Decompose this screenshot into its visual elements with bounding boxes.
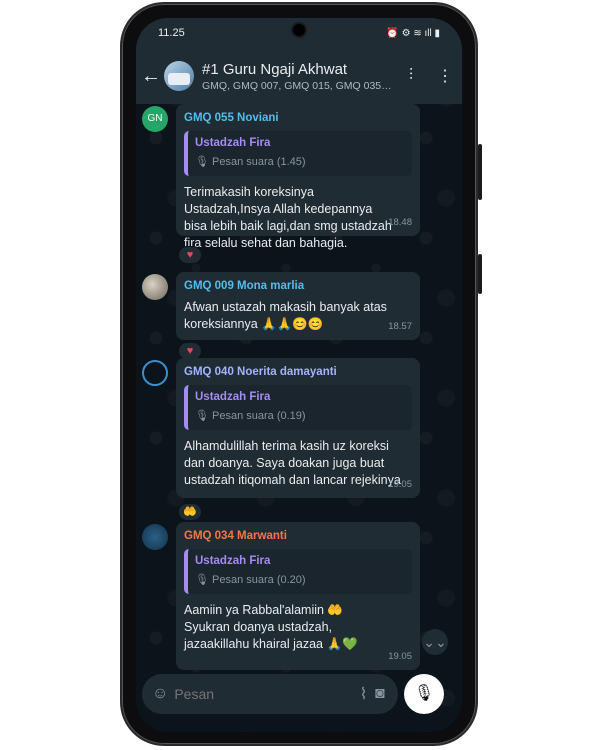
message-text-line: Aamiin ya Rabbal'alamiin 🤲 [184,603,343,617]
camera-icon[interactable]: ◙ [372,685,388,703]
message-time: 18.57 [388,321,412,332]
sender-name[interactable]: GMQ 009 Mona marlia [184,278,412,295]
group-title: #1 Guru Ngaji Akhwat [202,60,348,78]
message-3: GMQ 040 Noerita damayanti Ustadzah Fira … [142,358,442,521]
menu-icon[interactable]: ⋮ [428,66,462,86]
message-text: Alhamdulillah terima kasih uz koreksi da… [184,439,401,487]
avatar[interactable]: GN [142,106,168,132]
message-1: GN GMQ 055 Noviani Ustadzah Fira 🎙 Pesan… [142,104,442,264]
message-text-line: Syukran doanya ustadzah, [184,620,333,634]
group-members: GMQ, GMQ 007, GMQ 015, GMQ 035, ... [202,79,392,92]
sender-name[interactable]: GMQ 040 Noerita damayanti [184,364,412,381]
quoted-sender: Ustadzah Fira [195,137,271,149]
phone-frame: 11.25 ⏰ ⚙ ≋ ıll ▮ ← #1 Guru Ngaji Akhwat… [120,2,482,746]
back-arrow-icon[interactable]: ← [138,65,164,88]
mic-icon[interactable]: 🎙 [404,674,444,714]
quoted-sender: Ustadzah Fira [195,555,271,567]
message-time: 18.48 [388,217,412,228]
message-input-bar: ☺ ⌇ ◙ [142,674,398,714]
quoted-message[interactable]: Ustadzah Fira 🎙 Pesan suara (1.45) [184,131,412,176]
group-avatar[interactable] [164,61,194,91]
message-bubble[interactable]: GMQ 055 Noviani Ustadzah Fira 🎙 Pesan su… [176,104,420,250]
message-text: Terimakasih koreksinya Ustadzah,Insya Al… [184,185,392,250]
group-info[interactable]: #1 Guru Ngaji Akhwat GMQ, GMQ 007, GMQ 0… [202,61,394,92]
quoted-voice-note: 🎙 Pesan suara (0.19) [195,410,306,422]
attach-icon[interactable]: ⌇ [355,684,371,704]
avatar[interactable] [142,274,168,300]
status-time: 11.25 [158,27,185,39]
praying-hands-reaction-icon[interactable]: 🤲 [178,503,202,521]
chat-header: ← #1 Guru Ngaji Akhwat GMQ, GMQ 007, GMQ… [136,48,462,104]
screen: 11.25 ⏰ ⚙ ≋ ıll ▮ ← #1 Guru Ngaji Akhwat… [136,18,462,732]
message-2: GMQ 009 Mona marlia Afwan ustazah makasi… [142,272,442,360]
quoted-message[interactable]: Ustadzah Fira 🎙 Pesan suara (0.19) [184,385,412,430]
avatar[interactable] [142,524,168,550]
message-bubble[interactable]: GMQ 009 Mona marlia Afwan ustazah makasi… [176,272,420,340]
scroll-down-icon[interactable]: ⌄⌄ [422,629,448,655]
quoted-voice-note: 🎙 Pesan suara (1.45) [195,156,306,168]
quoted-voice-note: 🎙 Pesan suara (0.20) [195,574,306,586]
quoted-sender: Ustadzah Fira [195,391,271,403]
sender-name[interactable]: GMQ 034 Marwanti [184,528,412,545]
voice-chat-icon[interactable]: ⫶ [394,67,428,85]
sender-name[interactable]: GMQ 055 Noviani [184,110,412,127]
message-text-line: jazaakillahu khairal jazaa 🙏💚 [184,637,358,651]
message-bubble[interactable]: GMQ 034 Marwanti Ustadzah Fira 🎙 Pesan s… [176,522,420,670]
quoted-message[interactable]: Ustadzah Fira 🎙 Pesan suara (0.20) [184,549,412,594]
status-icons: ⏰ ⚙ ≋ ıll ▮ [386,27,440,39]
volume-button [478,144,482,200]
message-text: Afwan ustazah makasih banyak atas koreks… [184,300,387,331]
message-time: 19.05 [388,479,412,490]
emoji-icon[interactable]: ☺ [152,685,168,703]
message-bubble[interactable]: GMQ 040 Noerita damayanti Ustadzah Fira … [176,358,420,498]
front-camera [291,22,307,38]
message-time: 19.05 [388,651,412,662]
message-4: GMQ 034 Marwanti Ustadzah Fira 🎙 Pesan s… [142,522,442,680]
power-button [478,254,482,294]
avatar[interactable] [142,360,168,386]
message-input[interactable] [168,686,356,702]
heart-reaction-icon[interactable]: ♥ [178,246,202,264]
